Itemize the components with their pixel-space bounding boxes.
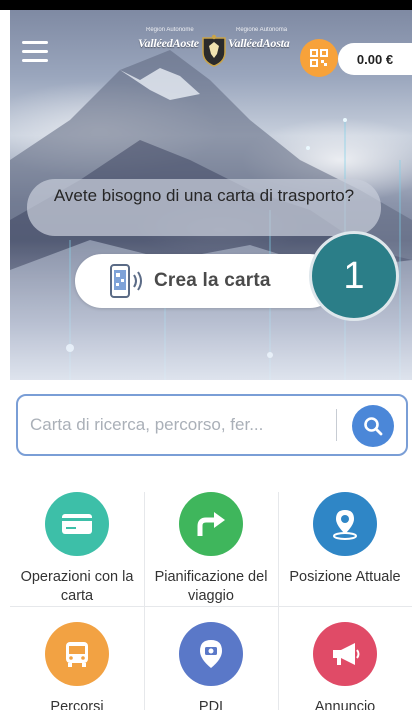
tile-trip-planning[interactable]: Pianificazione del viaggio <box>144 492 278 606</box>
create-card-button[interactable]: Crea la carta <box>75 254 337 308</box>
card-question-banner: Avete bisogno di una carta di trasporto? <box>27 179 381 236</box>
logo-right-text: ValléedAosta <box>228 36 290 50</box>
phone-nfc-icon <box>110 264 142 298</box>
grid-divider <box>10 606 412 607</box>
tile-label: PDI <box>198 699 224 710</box>
tile-current-position[interactable]: Posizione Attuale <box>278 492 412 587</box>
location-pin-icon <box>313 492 377 556</box>
tile-label: Annuncio <box>314 699 376 710</box>
bus-icon <box>45 622 109 686</box>
step-number-badge: 1 <box>309 231 399 321</box>
status-strip <box>0 0 412 10</box>
megaphone-icon <box>313 622 377 686</box>
hamburger-menu-icon[interactable] <box>22 41 48 63</box>
tile-announcements[interactable]: Annuncio <box>278 622 412 710</box>
logo-left-text: ValléedAoste <box>138 36 199 50</box>
tile-label: Percorsi <box>50 699 104 710</box>
tile-routes[interactable]: Percorsi <box>10 622 144 710</box>
search-button[interactable] <box>352 405 394 447</box>
logo-left-subtitle: Région Autonome <box>146 27 194 33</box>
region-crest-icon <box>202 34 226 67</box>
create-card-label: Crea la carta <box>154 270 271 291</box>
tile-label: Pianificazione del viaggio <box>154 569 268 604</box>
search-bar <box>16 394 408 456</box>
logo-valle-daoste: Région Autonome ValléedAoste <box>138 27 199 51</box>
logo-right-subtitle: Regione Autonoma <box>236 27 288 33</box>
tile-label: Posizione Attuale <box>289 569 401 585</box>
poi-pin-icon <box>179 622 243 686</box>
tile-label: Operazioni con la carta <box>20 569 134 604</box>
search-icon <box>364 417 383 436</box>
qr-code-icon <box>310 49 328 67</box>
wallet-balance[interactable]: 0.00 € <box>338 43 412 75</box>
tile-card-operations[interactable]: Operazioni con la carta <box>10 492 144 606</box>
card-icon <box>45 492 109 556</box>
turn-right-arrow-icon <box>179 492 243 556</box>
search-divider <box>336 409 337 441</box>
feature-grid: Operazioni con la carta Pianificazione d… <box>10 492 412 710</box>
logo-valle-daosta: Regione Autonoma ValléedAosta <box>228 27 290 51</box>
qr-code-button[interactable] <box>300 39 338 77</box>
tile-poi[interactable]: PDI <box>144 622 278 710</box>
search-input[interactable] <box>30 415 330 435</box>
